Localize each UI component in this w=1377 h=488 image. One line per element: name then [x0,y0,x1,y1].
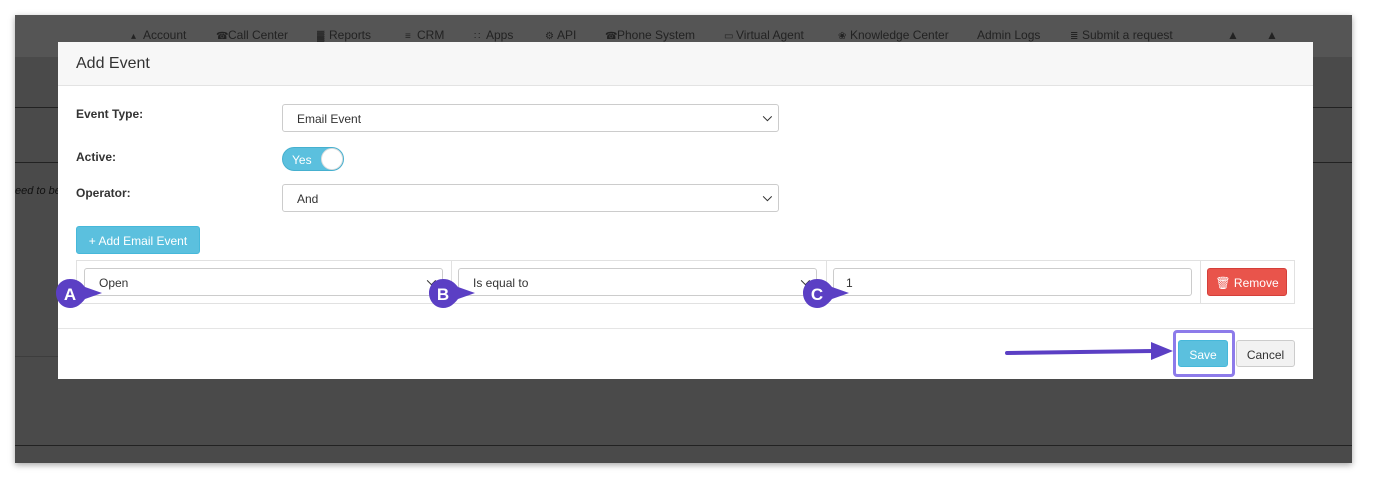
criteria-comparison-value: Is equal to [473,276,529,290]
user-icon: ▴ [131,31,137,42]
annotation-marker-a: A [55,278,102,310]
monitor-icon: ▭ [724,31,734,42]
nav-label: Apps [486,28,514,42]
nav-label: Phone System [617,28,696,42]
toggle-knob [321,148,343,170]
ticket-icon: ≣ [1070,31,1079,42]
nav-phone-system[interactable]: ☎Phone System [605,28,695,42]
annotation-marker-b: B [428,278,475,310]
remove-button[interactable]: 🗑 Remove [1207,268,1287,296]
criteria-value-input[interactable]: 1 [833,268,1192,296]
modal-header: Add Event [58,42,1313,86]
chevron-down-icon: ⌵ [762,110,772,124]
operator-select[interactable]: And ⌵ [282,184,779,212]
event-type-select[interactable]: Email Event ⌵ [282,104,779,132]
nav-label: CRM [417,28,445,42]
criteria-comparison-select[interactable]: Is equal to ⌵ [458,268,817,296]
annotated-screenshot: ▴ Account ☎Call Center ▓ Reports ≡ CRM ∷ App… [0,0,1377,488]
marker-letter: B [436,285,450,304]
background-partial-text: eed to be [15,185,61,197]
nav-apps[interactable]: ∷ Apps [474,28,513,42]
active-label: Active: [76,150,117,164]
grid-icon: ∷ [474,31,481,42]
event-type-label: Event Type: [76,107,144,121]
phone-icon: ☎ [216,31,229,42]
background-divider [15,445,1352,446]
nav-account[interactable]: ▴ Account [131,28,186,42]
bell-icon[interactable]: ▲ [1227,28,1239,42]
operator-value: And [297,192,319,206]
bar-chart-icon: ▓ [317,31,325,42]
operator-label: Operator: [76,186,131,200]
nav-call-center[interactable]: ☎Call Center [216,28,288,42]
lightbulb-icon: ❀ [838,31,847,42]
event-type-value: Email Event [297,112,362,126]
nav-label: Knowledge Center [850,28,949,42]
list-icon: ≡ [405,31,411,42]
nav-knowledge-center[interactable]: ❀ Knowledge Center [838,28,949,42]
cancel-button[interactable]: Cancel [1236,340,1295,367]
gear-icon: ⚙ [545,31,554,42]
add-event-modal: Add Event Event Type: Email Event ⌵ Acti… [58,42,1313,379]
nav-api[interactable]: ⚙ API [545,28,576,42]
nav-label: Call Center [228,28,289,42]
nav-label: Admin Logs [977,28,1041,42]
chevron-down-icon: ⌵ [762,190,772,204]
criteria-field-select[interactable]: Open ⌵ [84,268,443,296]
nav-label: Virtual Agent [736,28,804,42]
user-menu-icon[interactable]: ▲ [1266,28,1278,42]
toggle-label: Yes [292,153,312,167]
active-toggle[interactable]: Yes [282,147,344,171]
nav-admin-logs[interactable]: Admin Logs [977,28,1040,42]
nav-label: API [557,28,577,42]
nav-label: Submit a request [1082,28,1173,42]
save-button[interactable]: Save [1178,340,1228,367]
modal-title: Add Event [76,55,150,72]
marker-letter: C [810,285,824,304]
nav-submit-request[interactable]: ≣ Submit a request [1070,28,1173,42]
modal-footer-divider [58,328,1313,329]
phone-icon: ☎ [605,31,618,42]
nav-label: Reports [329,28,372,42]
nav-reports[interactable]: ▓ Reports [317,28,371,42]
cell-divider [1200,261,1201,303]
annotation-arrow [1005,342,1173,360]
marker-letter: A [63,285,77,304]
annotation-marker-c: C [802,278,849,310]
nav-label: Account [143,28,187,42]
nav-crm[interactable]: ≡ CRM [405,28,444,42]
nav-virtual-agent[interactable]: ▭ Virtual Agent [724,28,804,42]
add-email-event-button[interactable]: + Add Email Event [76,226,200,254]
